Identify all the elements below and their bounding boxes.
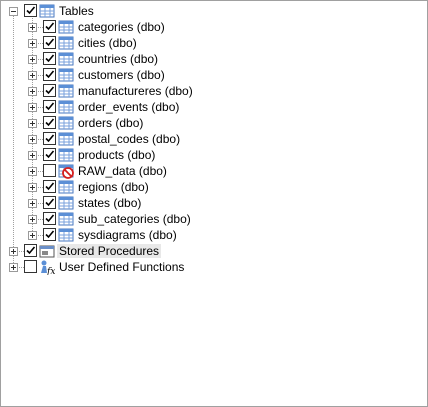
- table-label: countries (dbo): [78, 52, 159, 66]
- table-icon: [58, 211, 74, 227]
- stored-procedures-label: Stored Procedures: [57, 244, 162, 258]
- expand-toggle[interactable]: [9, 263, 18, 272]
- table-checkbox[interactable]: [43, 116, 56, 129]
- table-label: cities (dbo): [78, 36, 137, 50]
- expand-toggle[interactable]: [28, 71, 37, 80]
- tables-checkbox[interactable]: [24, 4, 37, 17]
- tables-label: Tables: [59, 4, 94, 18]
- table-checkbox[interactable]: [43, 100, 56, 113]
- table-label: orders (dbo): [78, 116, 144, 130]
- expand-toggle[interactable]: [28, 151, 37, 160]
- table-checkbox[interactable]: [43, 164, 56, 177]
- table-checkbox[interactable]: [43, 36, 56, 49]
- object-tree-panel: Tables categories (dbo) cities (dbo) count…: [0, 0, 428, 407]
- expand-toggle[interactable]: [28, 135, 37, 144]
- tree-root-line: [13, 15, 14, 267]
- udf-label: User Defined Functions: [59, 260, 185, 274]
- table-label: postal_codes (dbo): [78, 132, 181, 146]
- table-icon: [58, 83, 74, 99]
- table-checkbox[interactable]: [43, 148, 56, 161]
- table-icon: [58, 19, 74, 35]
- expand-toggle[interactable]: [28, 199, 37, 208]
- table-icon: [58, 51, 74, 67]
- table-label: products (dbo): [78, 148, 156, 162]
- table-label: customers (dbo): [78, 68, 165, 82]
- expand-toggle[interactable]: [28, 103, 37, 112]
- udf-checkbox[interactable]: [24, 260, 37, 273]
- expand-toggle[interactable]: [28, 167, 37, 176]
- table-icon: [58, 99, 74, 115]
- table-label: categories (dbo): [78, 20, 165, 34]
- table-label: states (dbo): [78, 196, 142, 210]
- table-label: order_events (dbo): [78, 100, 180, 114]
- function-icon: fx: [39, 259, 55, 277]
- expand-toggle[interactable]: [9, 247, 18, 256]
- stored-procedure-icon: [39, 243, 55, 259]
- table-checkbox[interactable]: [43, 84, 56, 97]
- table-checkbox[interactable]: [43, 20, 56, 33]
- table-checkbox[interactable]: [43, 196, 56, 209]
- table-checkbox[interactable]: [43, 52, 56, 65]
- table-label: sub_categories (dbo): [78, 212, 191, 226]
- table-icon: [58, 147, 74, 163]
- svg-text:fx: fx: [46, 267, 55, 275]
- expand-toggle[interactable]: [28, 119, 37, 128]
- table-icon: [58, 195, 74, 211]
- expand-toggle[interactable]: [28, 39, 37, 48]
- expand-toggle[interactable]: [28, 55, 37, 64]
- table-checkbox[interactable]: [43, 68, 56, 81]
- table-label: RAW_data (dbo): [78, 164, 167, 178]
- expand-toggle[interactable]: [28, 87, 37, 96]
- table-icon: [58, 227, 74, 243]
- table-icon: [58, 115, 74, 131]
- table-excluded-icon: [58, 163, 74, 179]
- table-icon: [58, 67, 74, 83]
- stored-procedures-checkbox[interactable]: [24, 244, 37, 257]
- table-icon: [58, 179, 74, 195]
- table-label: manufactureres (dbo): [78, 84, 193, 98]
- table-checkbox[interactable]: [43, 132, 56, 145]
- expand-toggle[interactable]: [28, 231, 37, 240]
- expand-toggle[interactable]: [28, 23, 37, 32]
- table-icon: [58, 131, 74, 147]
- table-label: sysdiagrams (dbo): [78, 228, 177, 242]
- table-checkbox[interactable]: [43, 212, 56, 225]
- collapse-toggle[interactable]: [9, 7, 18, 16]
- table-label: regions (dbo): [78, 180, 149, 194]
- table-checkbox[interactable]: [43, 180, 56, 193]
- table-icon: [58, 35, 74, 51]
- expand-toggle[interactable]: [28, 215, 37, 224]
- table-folder-icon: [39, 3, 55, 19]
- table-checkbox[interactable]: [43, 228, 56, 241]
- expand-toggle[interactable]: [28, 183, 37, 192]
